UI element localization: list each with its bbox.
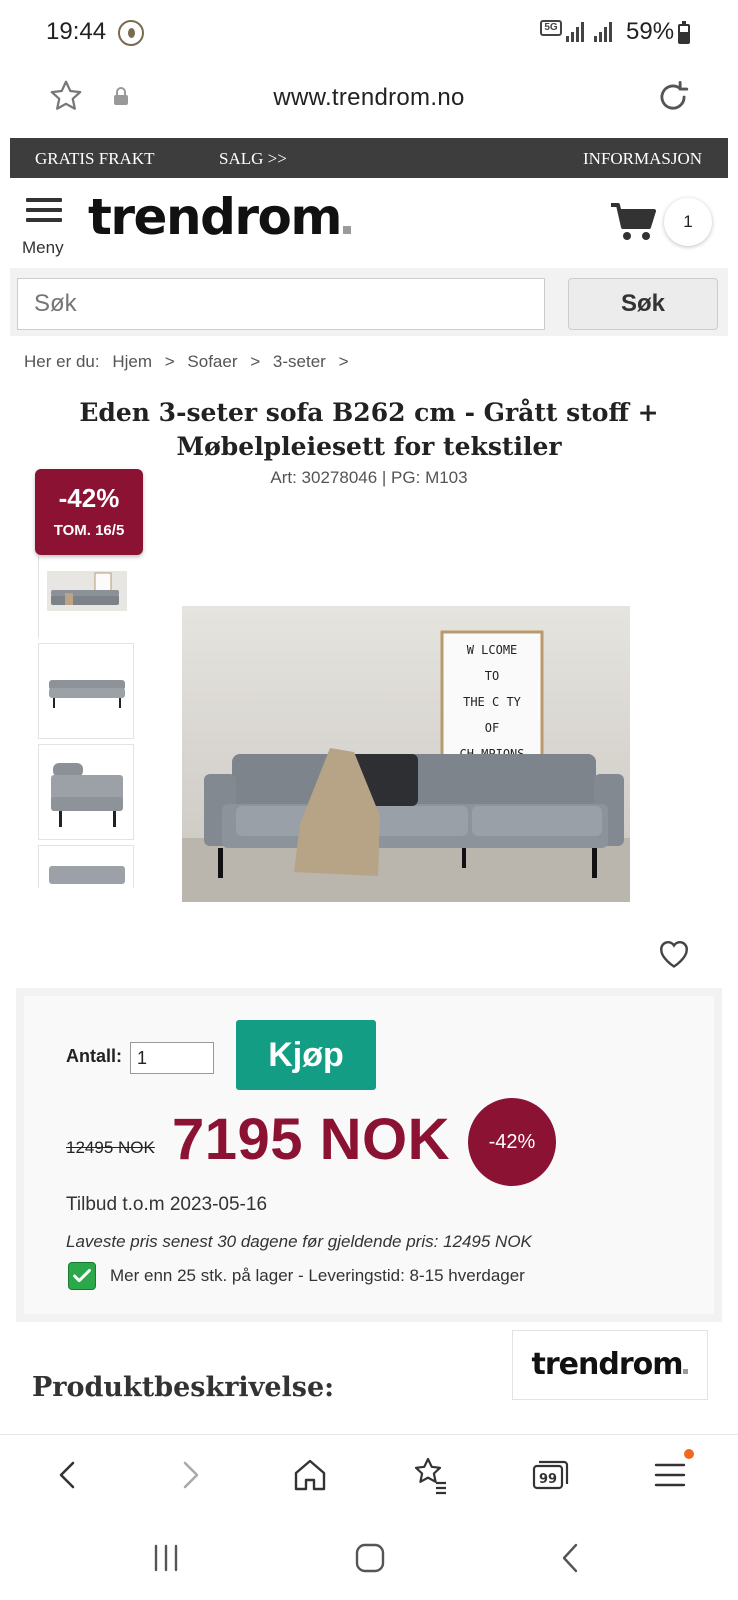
status-bar: 19:44 5G 59% [0,0,738,64]
browser-bottom-nav: 99 [0,1434,738,1518]
flower-icon [118,20,144,46]
breadcrumb-separator: > [164,352,175,371]
search-input[interactable] [17,278,545,330]
notification-dot [684,1449,694,1459]
tabs-icon[interactable]: 99 [528,1453,572,1497]
status-time: 19:44 [46,18,107,45]
buy-button[interactable]: Kjøp [236,1020,376,1090]
discount-tag-percent: -42% [58,483,120,513]
thumbnail-1[interactable] [38,556,135,639]
breadcrumb-separator: > [250,352,261,371]
hamburger-icon [26,198,62,202]
quantity-input[interactable] [130,1042,214,1074]
quantity-label: Antall: [66,1046,122,1066]
back-icon[interactable] [46,1453,90,1497]
cart-count-badge[interactable]: 1 [664,198,712,246]
poster-line-2: TO [485,669,499,683]
breadcrumb-item-3-seater[interactable]: 3-seter [273,352,326,371]
breadcrumb-item-sofas[interactable]: Sofaer [187,352,237,371]
poster-line-3: THE C TY [463,695,522,709]
product-description-heading: Produktbeskrivelse: [32,1372,335,1403]
recent-apps-icon[interactable] [146,1540,186,1576]
poster-line-1: W LCOME [467,643,518,657]
heart-icon[interactable] [656,936,692,970]
thumbnail-strip [38,556,136,888]
url-text[interactable]: www.trendrom.no [0,84,738,112]
search-bar: Søk [10,268,728,336]
breadcrumb-item-home[interactable]: Hjem [112,352,152,371]
product-title: Eden 3-seter sofa B262 cm - Grått stoff … [79,398,659,461]
site-logo[interactable]: trendrom [88,188,351,246]
stock-status: Mer enn 25 stk. på lager - Leveringstid:… [110,1266,525,1285]
system-home-icon[interactable] [350,1540,390,1576]
discount-tag: -42% TOM. 16/5 [35,469,143,555]
menu-label: Meny [22,238,64,257]
signal-icon [566,22,586,44]
sale-link[interactable]: SALG >> [219,149,287,169]
menu-icon[interactable] [648,1453,692,1497]
menu-button[interactable]: Meny [22,198,68,257]
poster-line-4: OF [485,721,499,735]
site-header: Meny trendrom 1 [10,178,728,266]
breadcrumb: Her er du: Hjem > Sofaer > 3-seter > [24,352,357,372]
breadcrumb-prefix: Her er du: [24,352,100,371]
breadcrumb-separator: > [338,352,349,371]
shopping-cart-icon[interactable] [610,202,656,242]
forward-icon[interactable] [168,1453,212,1497]
thumbnail-4[interactable] [38,845,134,888]
network-5g-icon: 5G [540,20,562,36]
brand-logo-box: trendrom [512,1330,708,1400]
information-link[interactable]: INFORMASJON [583,149,702,169]
product-main-image[interactable]: W LCOME TO THE C TY OF CH MPIONS [182,606,630,902]
battery-icon [678,21,690,44]
free-shipping-link[interactable]: GRATIS FRAKT [35,149,155,169]
home-icon[interactable] [288,1453,332,1497]
sale-price: 7195 NOK [172,1107,451,1172]
tabs-count: 99 [539,1472,557,1487]
buy-box: Antall: Kjøp 12495 NOK 7195 NOK -42% Til… [16,988,722,1322]
thumbnail-3[interactable] [38,744,134,840]
promo-strip: GRATIS FRAKT SALG >> INFORMASJON [10,138,728,178]
discount-badge: -42% [468,1098,556,1186]
lowest-price-text: Laveste pris senest 30 dagene før gjelde… [66,1232,532,1251]
old-price: 12495 NOK [66,1138,155,1157]
offer-end-text: Tilbud t.o.m 2023-05-16 [66,1194,268,1215]
browser-address-bar: www.trendrom.no [0,64,738,136]
reload-icon[interactable] [654,78,692,116]
system-nav-bar [0,1518,738,1600]
bookmarks-icon[interactable] [408,1453,452,1497]
signal-roaming-icon [594,22,614,44]
battery-percent: 59% [626,18,675,45]
search-button[interactable]: Søk [568,278,718,330]
system-back-icon[interactable] [552,1540,592,1576]
checkmark-icon [68,1262,96,1290]
thumbnail-2[interactable] [38,643,134,739]
discount-tag-until: TOM. 16/5 [53,522,125,539]
